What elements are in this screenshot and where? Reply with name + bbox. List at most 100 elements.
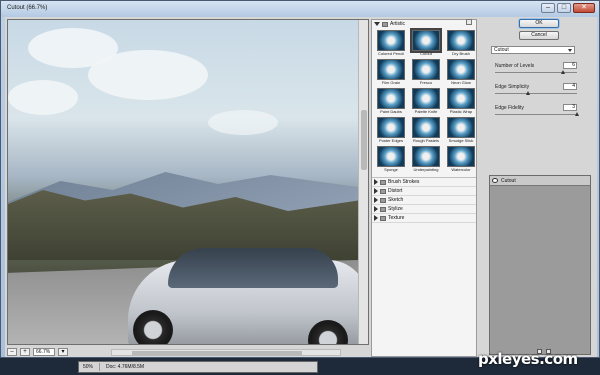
filter-thumb-paint-daubs[interactable]: Paint Daubs bbox=[375, 88, 407, 115]
filter-select-value: Cutout bbox=[494, 47, 509, 53]
scroll-thumb[interactable] bbox=[132, 350, 302, 355]
filter-thumb-label: Plastic Wrap bbox=[449, 109, 473, 114]
filter-thumb-plastic-wrap[interactable]: Plastic Wrap bbox=[445, 88, 477, 115]
zoom-out-button[interactable]: – bbox=[7, 348, 17, 356]
chevron-right-icon bbox=[374, 188, 378, 194]
filter-thumb-smudge-stick[interactable]: Smudge Stick bbox=[445, 117, 477, 144]
category-label: Artistic bbox=[390, 21, 405, 27]
filter-thumb-colored-pencil[interactable]: Colored Pencil bbox=[375, 30, 407, 57]
param-slider[interactable] bbox=[495, 112, 579, 116]
folder-icon bbox=[380, 206, 386, 212]
folder-icon bbox=[382, 21, 388, 27]
filter-thumb-image[interactable] bbox=[410, 28, 442, 53]
param-slider[interactable] bbox=[495, 70, 577, 74]
slider-knob[interactable] bbox=[561, 70, 566, 74]
filter-gallery: Artistic Colored Pencil Cutout Dry Brush Fi… bbox=[371, 19, 477, 357]
zoom-in-button[interactable]: + bbox=[20, 348, 30, 356]
filter-thumb-label: Paint Daubs bbox=[380, 109, 402, 114]
scroll-thumb[interactable] bbox=[361, 110, 367, 170]
chevron-down-icon bbox=[568, 49, 572, 52]
folder-icon bbox=[380, 188, 386, 194]
cancel-button[interactable]: Cancel bbox=[519, 31, 559, 40]
filter-thumb-image[interactable] bbox=[377, 117, 405, 138]
dialog-client-area: – + 66.7% ▾ Artistic Colored Pencil Cutou… bbox=[5, 17, 597, 357]
zoom-bar: – + 66.7% ▾ bbox=[7, 347, 369, 357]
category-label: Distort bbox=[388, 188, 403, 194]
filter-thumb-rough-pastels[interactable]: Rough Pastels bbox=[410, 117, 442, 144]
filter-thumb-image[interactable] bbox=[412, 88, 440, 109]
param-value-field[interactable]: 3 bbox=[563, 104, 577, 111]
slider-knob[interactable] bbox=[525, 91, 530, 95]
close-button[interactable]: ✕ bbox=[573, 3, 595, 13]
category-artistic[interactable]: Artistic bbox=[372, 20, 476, 28]
filter-thumb-neon-glow[interactable]: Neon Glow bbox=[445, 59, 477, 86]
filter-thumb-underpainting[interactable]: Underpainting bbox=[410, 146, 442, 173]
preview-panel[interactable] bbox=[7, 19, 369, 345]
filter-thumb-sponge[interactable]: Sponge bbox=[375, 146, 407, 173]
status-zoom[interactable]: 50% bbox=[83, 364, 93, 370]
preview-horizontal-scrollbar[interactable] bbox=[111, 348, 341, 356]
filter-thumb-cutout[interactable]: Cutout bbox=[410, 28, 442, 57]
filter-thumb-label: Rough Pastels bbox=[412, 138, 439, 143]
filter-thumb-watercolor[interactable]: Watercolor bbox=[445, 146, 477, 173]
collapse-gallery-button[interactable] bbox=[466, 19, 472, 25]
folder-icon bbox=[380, 197, 386, 203]
maximize-button[interactable]: □ bbox=[557, 3, 571, 13]
preview-vertical-scrollbar[interactable] bbox=[358, 20, 368, 344]
filter-thumb-image[interactable] bbox=[377, 88, 405, 109]
filter-thumb-image[interactable] bbox=[447, 146, 475, 167]
effect-layer[interactable]: Cutout bbox=[490, 176, 590, 186]
filter-categories-list: Brush Strokes Distort Sketch Stylize Texture bbox=[372, 177, 476, 223]
filter-thumb-palette-knife[interactable]: Palette Knife bbox=[410, 88, 442, 115]
filter-thumb-label: Sponge bbox=[384, 167, 398, 172]
zoom-dropdown-button[interactable]: ▾ bbox=[58, 348, 68, 356]
filter-thumb-label: Neon Glow bbox=[451, 80, 471, 85]
filter-thumb-image[interactable] bbox=[447, 59, 475, 80]
param-slider[interactable] bbox=[495, 91, 577, 95]
filter-thumb-image[interactable] bbox=[377, 30, 405, 51]
category-sketch[interactable]: Sketch bbox=[372, 196, 476, 205]
ok-button[interactable]: OK bbox=[519, 19, 559, 28]
filter-thumbnail-grid: Colored Pencil Cutout Dry Brush Film Grain F… bbox=[372, 28, 476, 175]
category-texture[interactable]: Texture bbox=[372, 214, 476, 223]
filter-thumb-film-grain[interactable]: Film Grain bbox=[375, 59, 407, 86]
filter-thumb-image[interactable] bbox=[447, 117, 475, 138]
filter-thumb-label: Smudge Stick bbox=[448, 138, 474, 143]
eye-icon[interactable] bbox=[492, 178, 498, 183]
filter-dialog-window: Cutout (66.7%) – □ ✕ – + 66.7% ▾ Artisti… bbox=[0, 0, 600, 358]
category-distort[interactable]: Distort bbox=[372, 187, 476, 196]
filter-thumb-fresco[interactable]: Fresco bbox=[410, 59, 442, 86]
filter-thumb-label: Watercolor bbox=[451, 167, 471, 172]
filter-thumb-image[interactable] bbox=[447, 30, 475, 51]
category-stylize[interactable]: Stylize bbox=[372, 205, 476, 214]
param-label: Edge Fidelity bbox=[495, 105, 524, 111]
effect-layer-name: Cutout bbox=[501, 177, 516, 184]
filter-thumb-image[interactable] bbox=[377, 146, 405, 167]
minimize-button[interactable]: – bbox=[541, 3, 555, 13]
filter-thumb-image[interactable] bbox=[412, 146, 440, 167]
filter-thumb-poster-edges[interactable]: Poster Edges bbox=[375, 117, 407, 144]
chevron-down-icon bbox=[374, 22, 380, 26]
filter-thumb-label: Colored Pencil bbox=[377, 51, 404, 56]
effect-layers-panel: Cutout bbox=[489, 175, 591, 355]
zoom-level-field[interactable]: 66.7% bbox=[33, 348, 55, 356]
filter-thumb-dry-brush[interactable]: Dry Brush bbox=[445, 30, 477, 57]
category-brush-strokes[interactable]: Brush Strokes bbox=[372, 178, 476, 187]
watermark-logo: pxleyes.com bbox=[478, 350, 578, 368]
param-value-field[interactable]: 6 bbox=[563, 62, 577, 69]
title-bar[interactable]: Cutout (66.7%) – □ ✕ bbox=[1, 1, 599, 17]
param-value-field[interactable]: 4 bbox=[563, 83, 577, 90]
status-doc-size: Doc: 4.76M/8.5M bbox=[106, 364, 145, 370]
filter-thumb-image[interactable] bbox=[412, 117, 440, 138]
slider-knob[interactable] bbox=[575, 112, 579, 116]
preview-image[interactable] bbox=[8, 20, 368, 344]
filter-thumb-image[interactable] bbox=[412, 59, 440, 80]
chevron-right-icon bbox=[374, 179, 378, 185]
filter-select[interactable]: Cutout bbox=[491, 46, 575, 54]
document-status-bar: 50% Doc: 4.76M/8.5M bbox=[78, 361, 318, 373]
category-label: Sketch bbox=[388, 197, 404, 203]
filter-thumb-image[interactable] bbox=[447, 88, 475, 109]
settings-panel: OK Cancel Cutout Number of Levels 6 Edge S… bbox=[481, 19, 593, 357]
filter-thumb-image[interactable] bbox=[377, 59, 405, 80]
folder-icon bbox=[380, 215, 386, 221]
